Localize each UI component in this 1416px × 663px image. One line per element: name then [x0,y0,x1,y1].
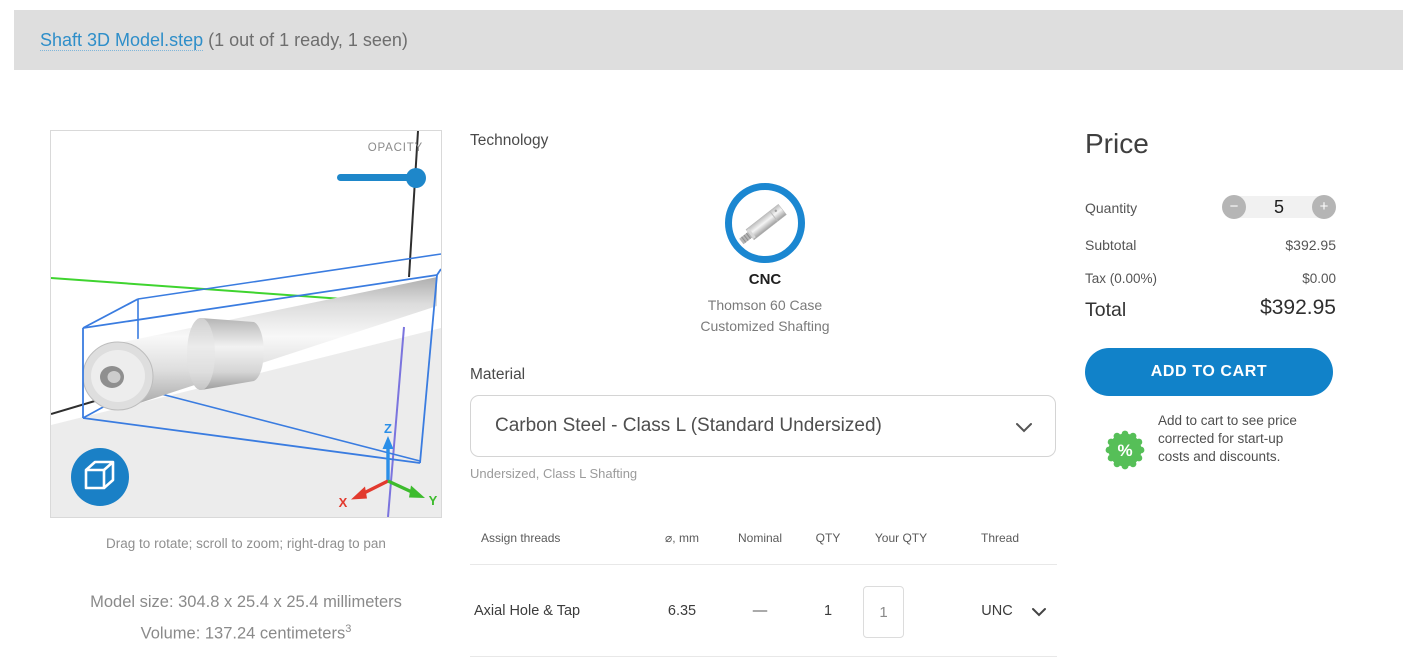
file-status-banner: Shaft 3D Model.step (1 out of 1 ready, 1… [14,10,1403,70]
percent-icon: % [1117,441,1132,460]
y-axis-label: Y [429,493,438,508]
opacity-label: OPACITY [368,142,423,154]
technology-name: CNC [715,271,815,288]
thread-row-diameter: 6.35 [668,603,696,619]
col-header-qty: QTY [816,531,841,545]
file-link[interactable]: Shaft 3D Model.step [40,30,203,51]
thread-row-nominal: — [753,603,768,619]
discount-note: Add to cart to see price corrected for s… [1158,412,1306,466]
quantity-stepper: 5 − + [1222,194,1336,220]
thread-select-chevron-icon[interactable] [1031,607,1047,617]
table-row-divider [470,656,1057,657]
cnc-technology-icon[interactable] [725,183,805,263]
model-dimensions: Model size: 304.8 x 25.4 x 25.4 millimet… [26,589,466,648]
total-value: $392.95 [1085,296,1336,320]
your-qty-input[interactable] [863,586,904,638]
technology-label: Technology [470,132,548,150]
col-header-diameter: ⌀, mm [665,531,699,545]
col-header-your-qty: Your QTY [875,531,927,545]
subtotal-value: $392.95 [1085,237,1336,253]
quantity-decrease-button[interactable]: − [1222,195,1246,219]
thread-type-value: UNC [981,603,1012,619]
material-selected-value: Carbon Steel - Class L (Standard Undersi… [495,396,882,456]
x-axis-label: X [339,495,348,510]
material-hint: Undersized, Class L Shafting [470,466,637,481]
thread-row-qty: 1 [824,603,832,619]
reset-view-button[interactable] [71,448,129,506]
material-select[interactable]: Carbon Steel - Class L (Standard Undersi… [470,395,1056,457]
col-header-nominal: Nominal [738,531,782,545]
add-to-cart-button[interactable]: ADD TO CART [1085,348,1333,396]
shaft-photo-icon [732,190,798,256]
model-viewer[interactable]: OPACITY Z X Y [50,130,442,518]
price-title: Price [1085,128,1149,160]
file-status-text: (1 out of 1 ready, 1 seen) [208,30,408,50]
technology-vendor-line1: Thomson 60 Case [665,297,865,313]
technology-vendor-line2: Customized Shafting [665,318,865,334]
model-volume-text: Volume: 137.24 centimeters3 [26,616,466,648]
col-header-assign-threads: Assign threads [481,531,560,545]
discount-badge-icon: % [1104,429,1146,471]
z-axis-label: Z [384,424,392,436]
chevron-down-icon [1015,422,1033,433]
opacity-slider-handle[interactable] [406,168,426,188]
material-label: Material [470,366,525,384]
quantity-label: Quantity [1085,200,1137,216]
col-header-thread: Thread [981,531,1019,545]
thread-row-name: Axial Hole & Tap [474,603,580,619]
cube-icon [78,455,122,499]
quantity-increase-button[interactable]: + [1312,195,1336,219]
model-size-text: Model size: 304.8 x 25.4 x 25.4 millimet… [26,589,466,616]
table-header-divider [470,564,1057,565]
axis-gizmo: Z X Y [334,424,438,514]
viewer-hint: Drag to rotate; scroll to zoom; right-dr… [40,536,452,551]
tax-value: $0.00 [1085,271,1336,286]
